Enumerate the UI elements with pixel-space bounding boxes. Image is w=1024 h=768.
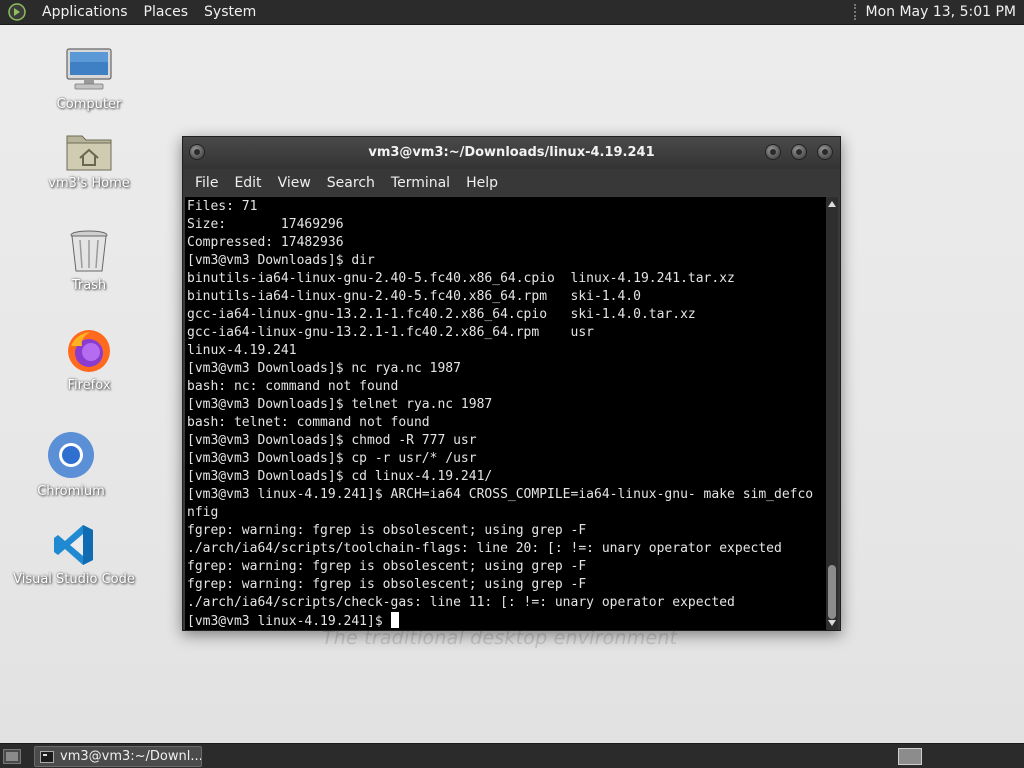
desktop-icon-vscode[interactable]: Visual Studio Code [6, 522, 142, 587]
terminal-line: fgrep: warning: fgrep is obsolescent; us… [187, 559, 587, 574]
terminal-prompt-line[interactable]: [vm3@vm3 linux-4.19.241]$ [187, 612, 828, 630]
terminal-line: binutils-ia64-linux-gnu-2.40-5.fc40.x86_… [187, 289, 641, 304]
terminal-line: gcc-ia64-linux-gnu-13.2.1-1.fc40.2.x86_6… [187, 325, 594, 340]
bottom-panel: vm3@vm3:~/Downl... [0, 743, 1024, 768]
show-desktop-button[interactable] [3, 749, 21, 764]
top-panel: Applications Places System Mon May 13, 5… [0, 0, 1024, 25]
terminal-line: Size: 17469296 [187, 217, 344, 232]
computer-icon [66, 48, 112, 90]
desktop-icon-firefox[interactable]: Firefox [34, 328, 144, 393]
menu-edit[interactable]: Edit [226, 175, 269, 191]
desktop-icon-label: Chromium [37, 484, 105, 499]
terminal-line: fgrep: warning: fgrep is obsolescent; us… [187, 577, 587, 592]
terminal-icon [40, 750, 54, 763]
home-folder-icon [66, 135, 112, 171]
workspace-switcher[interactable] [898, 748, 922, 765]
desktop-icon-home[interactable]: vm3's Home [34, 128, 144, 191]
desktop-icon-label: Computer [56, 97, 122, 112]
terminal-line: Files: 71 [187, 199, 258, 214]
window-title: vm3@vm3:~/Downloads/linux-4.19.241 [368, 145, 655, 160]
desktop-icon-label: Trash [71, 278, 107, 293]
menu-help[interactable]: Help [458, 175, 506, 191]
terminal-line: fgrep: warning: fgrep is obsolescent; us… [187, 523, 587, 538]
terminal-line: bash: telnet: command not found [187, 415, 430, 430]
terminal-line: [vm3@vm3 Downloads]$ cp -r usr/* /usr [187, 451, 477, 466]
system-menu[interactable]: System [196, 0, 264, 25]
menu-file[interactable]: File [187, 175, 226, 191]
terminal-line: bash: nc: command not found [187, 379, 399, 394]
terminal-line: linux-4.19.241 [187, 343, 297, 358]
terminal-output[interactable]: Files: 71 Size: 17469296 Compressed: 17482… [185, 197, 828, 630]
scrollbar-thumb[interactable] [828, 565, 836, 619]
terminal-line: nfig [187, 505, 219, 520]
desktop-icon-label: vm3's Home [48, 176, 130, 191]
terminal-line: ./arch/ia64/scripts/check-gas: line 11: … [187, 595, 735, 610]
terminal-line: [vm3@vm3 Downloads]$ cd linux-4.19.241/ [187, 469, 493, 484]
places-menu[interactable]: Places [136, 0, 197, 25]
terminal-line: gcc-ia64-linux-gnu-13.2.1-1.fc40.2.x86_6… [187, 307, 696, 322]
minimize-button[interactable] [765, 144, 781, 160]
window-titlebar[interactable]: vm3@vm3:~/Downloads/linux-4.19.241 [183, 137, 840, 169]
terminal-line: [vm3@vm3 Downloads]$ telnet rya.nc 1987 [187, 397, 493, 412]
desktop-icon-label: Visual Studio Code [13, 572, 135, 587]
desktop-icon-chromium[interactable]: Chromium [16, 430, 126, 499]
desktop-icon-computer[interactable]: Computer [34, 47, 144, 112]
vscode-icon [54, 525, 93, 565]
text-cursor [390, 612, 399, 628]
firefox-icon [68, 330, 110, 372]
close-button[interactable] [817, 144, 833, 160]
scrollbar[interactable] [826, 197, 838, 630]
terminal-menubar: File Edit View Search Terminal Help [183, 169, 840, 196]
chromium-icon [48, 432, 94, 478]
taskbar-label: vm3@vm3:~/Downl... [60, 749, 202, 764]
trash-icon [70, 230, 108, 272]
desktop-icon-label: Firefox [67, 378, 111, 393]
terminal-line: [vm3@vm3 linux-4.19.241]$ ARCH=ia64 CROS… [187, 487, 814, 502]
menu-search[interactable]: Search [319, 175, 383, 191]
terminal-line: [vm3@vm3 Downloads]$ nc rya.nc 1987 [187, 361, 461, 376]
terminal-window[interactable]: vm3@vm3:~/Downloads/linux-4.19.241 File … [182, 136, 841, 631]
clock[interactable]: Mon May 13, 5:01 PM [866, 4, 1024, 20]
terminal-line: binutils-ia64-linux-gnu-2.40-5.fc40.x86_… [187, 271, 735, 286]
desktop-icon-trash[interactable]: Trash [34, 228, 144, 293]
terminal-line: Compressed: 17482936 [187, 235, 344, 250]
menu-view[interactable]: View [270, 175, 319, 191]
taskbar-terminal-button[interactable]: vm3@vm3:~/Downl... [34, 746, 202, 767]
maximize-button[interactable] [791, 144, 807, 160]
mate-logo-icon[interactable] [8, 3, 26, 21]
terminal-line: ./arch/ia64/scripts/toolchain-flags: lin… [187, 541, 782, 556]
scroll-down-arrow-icon[interactable] [828, 620, 836, 626]
terminal-line: [vm3@vm3 Downloads]$ chmod -R 777 usr [187, 433, 477, 448]
terminal-line: [vm3@vm3 Downloads]$ dir [187, 253, 375, 268]
menu-terminal[interactable]: Terminal [383, 175, 458, 191]
panel-handle [853, 4, 860, 20]
applications-menu[interactable]: Applications [34, 0, 136, 25]
scroll-up-arrow-icon[interactable] [828, 201, 836, 207]
terminal-prompt: [vm3@vm3 linux-4.19.241]$ [187, 614, 391, 629]
